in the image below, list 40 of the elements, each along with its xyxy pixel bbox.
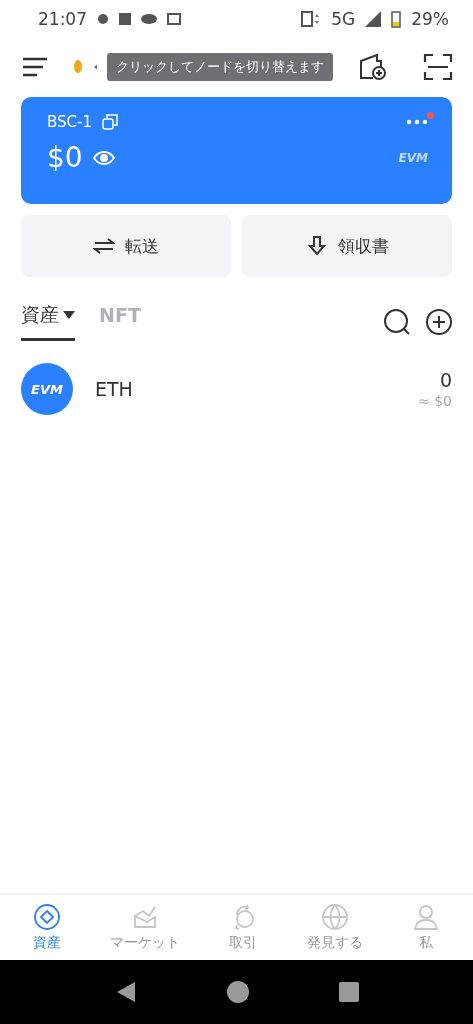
nav-tab[interactable]: 発見する bbox=[300, 902, 369, 953]
down-arrow-icon bbox=[305, 235, 328, 257]
search-icon[interactable] bbox=[383, 307, 411, 336]
token-amount: 0 bbox=[439, 369, 452, 391]
token-value: ≈ $0 bbox=[418, 393, 452, 409]
add-icon[interactable] bbox=[425, 307, 453, 336]
nav-tab[interactable]: 資産 bbox=[26, 902, 67, 953]
chain-label: EVM bbox=[398, 150, 428, 165]
home-icon[interactable] bbox=[226, 981, 249, 1003]
swap-arrows-icon bbox=[93, 235, 115, 257]
wallet-card[interactable]: BSC-1 $0 EVM bbox=[21, 97, 452, 204]
nav-tab[interactable]: マーケット bbox=[104, 902, 187, 953]
nav-tab[interactable]: 取引 bbox=[223, 902, 264, 953]
globe-icon bbox=[320, 903, 349, 931]
eye-icon[interactable] bbox=[92, 150, 115, 165]
balance: $0 bbox=[47, 141, 83, 174]
node-status-dot[interactable] bbox=[74, 60, 82, 73]
token-symbol: ETH bbox=[95, 378, 133, 400]
add-wallet-icon[interactable] bbox=[357, 52, 387, 81]
tooltip: クリックしてノードを切り替えます bbox=[107, 52, 333, 81]
battery-icon bbox=[391, 10, 402, 28]
nav-tab[interactable]: 私 bbox=[406, 902, 447, 953]
sim-icon bbox=[301, 11, 322, 27]
receive-button[interactable]: 領収書 bbox=[242, 215, 452, 277]
signal-icon bbox=[365, 11, 382, 27]
caret-icon bbox=[63, 311, 75, 319]
battery-percent: 29% bbox=[411, 9, 449, 29]
transfer-button[interactable]: 転送 bbox=[21, 215, 231, 277]
wallet-name: BSC-1 bbox=[47, 113, 92, 131]
status-time: 21:07 bbox=[38, 9, 87, 29]
asset-tab[interactable]: NFT bbox=[99, 304, 141, 339]
token-logo: EVM bbox=[21, 363, 73, 415]
menu-icon[interactable] bbox=[22, 56, 48, 77]
recents-icon[interactable] bbox=[338, 982, 359, 1002]
person-icon bbox=[412, 903, 441, 931]
asset-tab[interactable]: 資産 bbox=[21, 302, 75, 341]
network-label: 5G bbox=[331, 9, 356, 29]
scan-icon[interactable] bbox=[423, 52, 453, 81]
more-icon[interactable] bbox=[406, 119, 428, 125]
copy-icon[interactable] bbox=[102, 114, 118, 130]
